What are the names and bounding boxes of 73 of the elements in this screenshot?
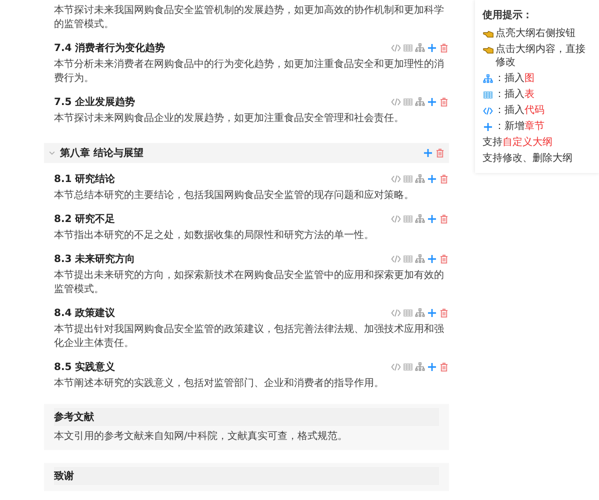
tip-text: 点亮大纲右侧按钮 [496, 27, 576, 40]
section-description[interactable]: 本节阐述本研究的实践意义，包括对监管部门、企业和消费者的指导作用。 [54, 377, 449, 391]
code-icon[interactable] [390, 97, 401, 107]
hierarchy-icon[interactable] [414, 214, 425, 224]
code-icon[interactable] [390, 254, 401, 264]
table-icon[interactable] [482, 90, 493, 100]
tip-text: 点击大纲内容，直接修改 [496, 43, 587, 69]
plus-icon[interactable] [426, 308, 437, 318]
plus-icon[interactable] [426, 214, 437, 224]
section-heading[interactable]: 8.2 研究不足 [54, 212, 116, 226]
plus-icon[interactable] [426, 174, 437, 184]
table-icon[interactable] [402, 43, 413, 53]
hierarchy-icon[interactable] [482, 74, 493, 84]
trash-icon[interactable] [438, 97, 449, 107]
hierarchy-icon[interactable] [414, 43, 425, 53]
plus-icon[interactable] [422, 148, 433, 158]
trash-icon[interactable] [438, 43, 449, 53]
section-heading[interactable]: 7.5 企业发展趋势 [54, 95, 136, 109]
trash-icon[interactable] [438, 254, 449, 264]
section-description[interactable]: 本节分析未来消费者在网购食品中的行为变化趋势，如更加注重食品安全和更加理性的消费行为。 [54, 58, 449, 86]
block-heading[interactable]: 致谢 [54, 467, 439, 485]
trash-icon[interactable] [434, 148, 445, 158]
tips-title: 使用提示： [482, 8, 534, 22]
code-icon[interactable] [390, 362, 401, 372]
trash-icon[interactable] [438, 362, 449, 372]
code-icon[interactable] [390, 214, 401, 224]
plus-icon[interactable] [426, 43, 437, 53]
table-icon[interactable] [402, 174, 413, 184]
chapter-title[interactable]: 第八章 结论与展望 [60, 146, 419, 160]
table-icon[interactable] [402, 214, 413, 224]
table-icon[interactable] [402, 254, 413, 264]
tip-text: 支持修改、删除大纲 [482, 152, 573, 165]
hierarchy-icon[interactable] [414, 174, 425, 184]
section-heading[interactable]: 8.5 实践意义 [54, 360, 116, 374]
trash-icon[interactable] [438, 308, 449, 318]
code-icon[interactable] [390, 308, 401, 318]
section-heading[interactable]: 8.4 政策建议 [54, 306, 116, 320]
hierarchy-icon[interactable] [414, 254, 425, 264]
table-icon[interactable] [402, 97, 413, 107]
table-icon[interactable] [402, 308, 413, 318]
section-description[interactable]: 本节探讨未来网购食品企业的发展趋势，如更加注重食品安全管理和社会责任。 [54, 112, 449, 126]
trash-icon[interactable] [438, 214, 449, 224]
chevron-icon[interactable] [48, 149, 56, 157]
tip-text: ：新增章节 [494, 120, 545, 133]
section-heading[interactable]: 8.1 研究结论 [54, 172, 116, 186]
pointing-hand-icon [482, 44, 494, 54]
table-icon[interactable] [402, 362, 413, 372]
section-description[interactable]: 本节指出本研究的不足之处，如数据收集的局限性和研究方法的单一性。 [54, 229, 449, 243]
hierarchy-icon[interactable] [414, 362, 425, 372]
chapter-header[interactable]: 第八章 结论与展望 [44, 143, 449, 163]
code-icon[interactable] [390, 43, 401, 53]
section-heading[interactable]: 7.4 消费者行为变化趋势 [54, 41, 166, 55]
hierarchy-icon[interactable] [414, 308, 425, 318]
section-description[interactable]: 本节提出针对我国网购食品安全监管的政策建议，包括完善法律法规、加强技术应用和强化企业主体责任。 [54, 323, 449, 351]
tip-text: ：插入图 [494, 72, 535, 85]
tip-text: 支持自定义大纲 [482, 136, 553, 149]
code-icon[interactable] [390, 174, 401, 184]
plus-icon[interactable] [482, 122, 493, 132]
plus-icon[interactable] [426, 97, 437, 107]
section-heading[interactable]: 8.3 未来研究方向 [54, 252, 136, 266]
trash-icon[interactable] [438, 174, 449, 184]
plus-icon[interactable] [426, 254, 437, 264]
section-description: 本文引用的参考文献来自知网/中科院，文献真实可查，格式规范。 [54, 430, 348, 444]
tip-text: ：插入代码 [494, 104, 545, 117]
hierarchy-icon[interactable] [414, 97, 425, 107]
section-description: 本节探讨未来我国网购食品安全监管机制的发展趋势，如更加高效的协作机制和更加科学的监管模式。 [53, 4, 445, 32]
section-description[interactable]: 本节提出未来研究的方向，如探索新技术在网购食品安全监管中的应用和探索更加有效的监管模式。 [54, 269, 449, 297]
tip-text: ：插入表 [494, 88, 535, 101]
code-icon[interactable] [482, 106, 493, 116]
block-heading[interactable]: 参考文献 [54, 408, 439, 426]
plus-icon[interactable] [426, 362, 437, 372]
section-description[interactable]: 本节总结本研究的主要结论，包括我国网购食品安全监管的现存问题和应对策略。 [54, 189, 449, 203]
pointing-hand-icon [482, 28, 494, 38]
